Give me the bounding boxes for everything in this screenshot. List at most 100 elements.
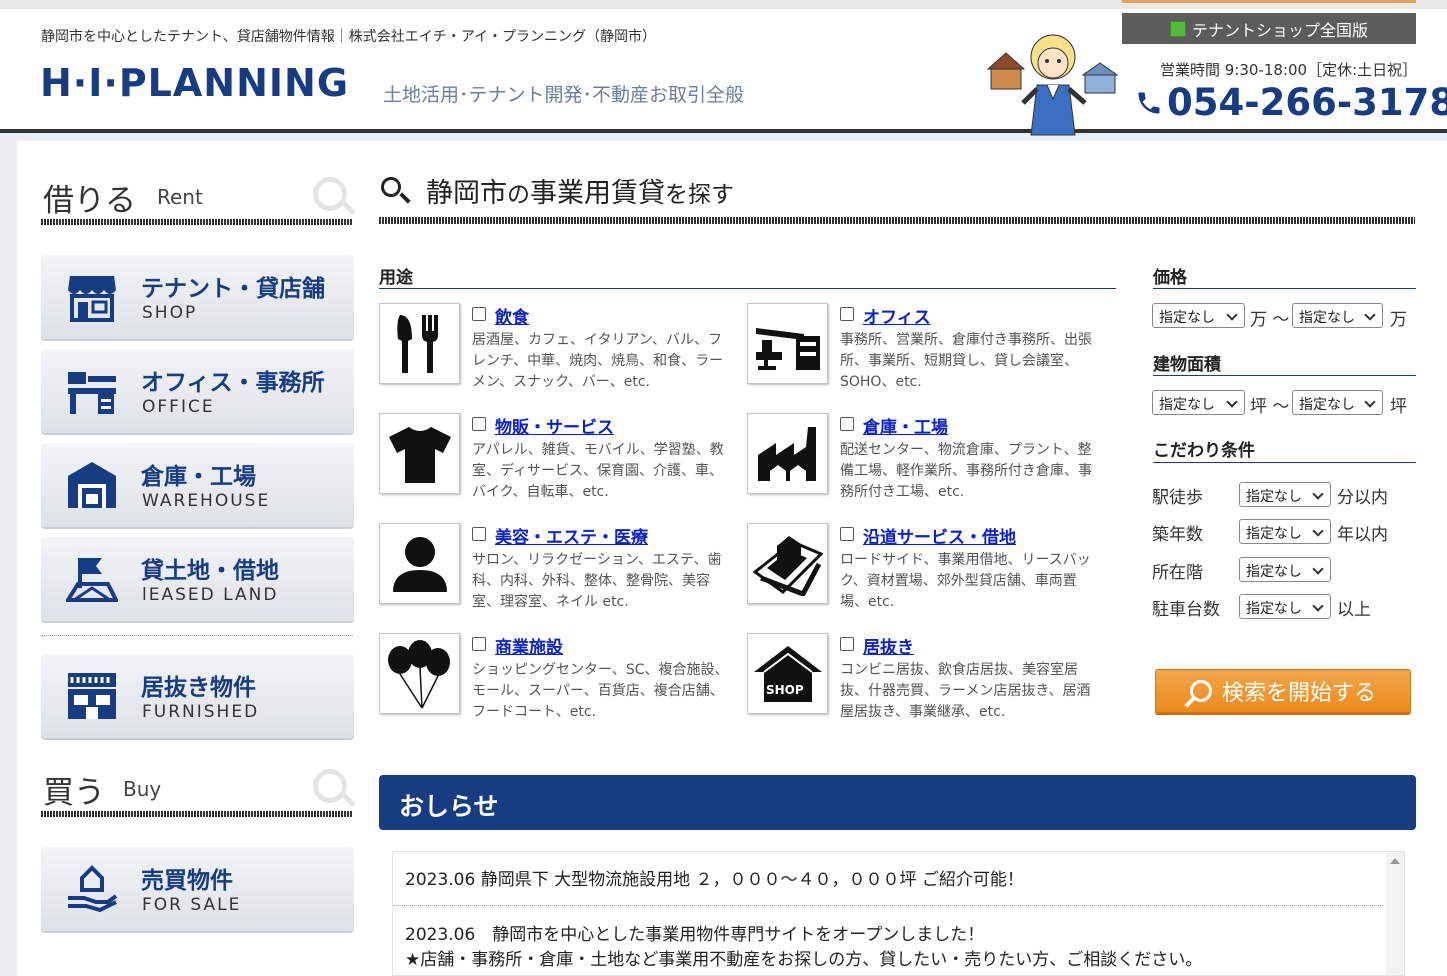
sidebar-item-office[interactable]: オフィス・事務所 OFFICE bbox=[41, 349, 354, 433]
site-logo[interactable]: H·I·PLANNING bbox=[40, 61, 349, 105]
category-link[interactable]: 美容・エステ・医療 bbox=[495, 523, 648, 548]
usage-rule bbox=[379, 288, 1116, 289]
tenant-shop-national-button[interactable]: テナントショップ全国版 bbox=[1122, 13, 1416, 44]
heading-rule bbox=[41, 219, 353, 225]
area-unit-range: 坪 〜 bbox=[1250, 397, 1290, 417]
price-label: 価格 bbox=[1153, 268, 1187, 288]
news-list: 2023.06 静岡県下 大型物流施設用地 ２，０００～４０，０００坪 ご紹介可… bbox=[392, 851, 1405, 976]
rent-heading: 借りる Rent bbox=[41, 175, 353, 225]
sidebar-item-subtitle: OFFICE bbox=[142, 397, 215, 417]
news-item: 2023.06 静岡市を中心とした事業用物件専門サイトをオープンしました！ bbox=[405, 925, 985, 945]
office-icon bbox=[68, 372, 116, 414]
sidebar-item-leased-land[interactable]: 貸土地・借地 lEASED LAND bbox=[41, 537, 354, 621]
fork-knife-icon bbox=[396, 314, 438, 373]
category-commercial-facility: 商業施設 ショッピングセンター、SC、複合施設、モール、スーパー、百貨店、複合店… bbox=[379, 633, 739, 728]
floor-select[interactable]: 指定なし bbox=[1239, 557, 1331, 582]
category-checkbox[interactable] bbox=[472, 307, 486, 321]
floor-label: 所在階 bbox=[1152, 563, 1203, 583]
news-item: ★店舗・事務所・倉庫・土地など事業用不動産をお探しの方、貸したい・売りたい方、ご… bbox=[405, 950, 1203, 970]
magnifier-icon bbox=[313, 769, 347, 803]
category-roadside-land: 沿道サービス・借地 ロードサイド、事業用借地、リースバック、資材置場、郊外型貸店… bbox=[747, 523, 1107, 618]
sidebar-item-for-sale[interactable]: 売買物件 FOR SALE bbox=[41, 847, 354, 931]
category-description: 居酒屋、カフェ、イタリアン、バル、フレンチ、中華、焼肉、焼鳥、和食、ラーメン、ス… bbox=[472, 332, 724, 390]
category-link[interactable]: 倉庫・工場 bbox=[863, 413, 948, 438]
top-strip bbox=[0, 0, 1447, 9]
category-food: 飲食 居酒屋、カフェ、イタリアン、バル、フレンチ、中華、焼肉、焼鳥、和食、ラーメ… bbox=[379, 303, 739, 398]
sidebar-item-title: オフィス・事務所 bbox=[141, 370, 325, 396]
category-checkbox[interactable] bbox=[840, 527, 854, 541]
category-link[interactable]: 商業施設 bbox=[495, 633, 563, 658]
news-scrollbar[interactable] bbox=[1386, 852, 1404, 975]
category-checkbox[interactable] bbox=[472, 417, 486, 431]
person-icon bbox=[392, 536, 447, 592]
parking-select[interactable]: 指定なし bbox=[1239, 594, 1331, 619]
svg-text:SHOP: SHOP bbox=[766, 683, 804, 697]
shop-house-icon: SHOP bbox=[753, 645, 822, 702]
area-unit: 坪 bbox=[1390, 397, 1407, 417]
category-checkbox[interactable] bbox=[472, 637, 486, 651]
sidebar-item-shop[interactable]: テナント・貸店舗 SHOP bbox=[41, 255, 354, 339]
phone-number[interactable]: 054-266-3178 bbox=[1135, 81, 1447, 124]
category-checkbox[interactable] bbox=[840, 307, 854, 321]
category-description: コンビニ居抜、飲食店居抜、美容室居抜、什器売買、ラーメン店居抜き、居酒屋居抜き、… bbox=[840, 662, 1091, 720]
warehouse-icon bbox=[68, 462, 116, 508]
cube-icon bbox=[1169, 20, 1186, 37]
category-checkbox[interactable] bbox=[840, 417, 854, 431]
category-description: ショッピングセンター、SC、複合施設、モール、スーパー、百貨店、複合店舗、フード… bbox=[472, 662, 729, 720]
price-min-select[interactable]: 指定なし bbox=[1152, 303, 1245, 328]
site-header: 静岡市を中心としたテナント、貸店舗物件情報｜株式会社エイチ・アイ・プランニング（… bbox=[0, 9, 1447, 136]
category-description: 事務所、営業所、倉庫付き事務所、出張所、事業所、短期貸し、貸し会議室、SOHO、… bbox=[840, 332, 1092, 390]
category-link[interactable]: オフィス bbox=[863, 303, 931, 328]
category-description: 配送センター、物流倉庫、プラント、整備工場、軽作業所、事務所付き倉庫、事務所付き… bbox=[840, 442, 1092, 500]
sidebar-item-subtitle: WAREHOUSE bbox=[142, 491, 271, 511]
category-office: オフィス 事務所、営業所、倉庫付き事務所、出張所、事業所、短期貸し、貸し会議室、… bbox=[747, 303, 1107, 398]
conditions-rule bbox=[1153, 462, 1416, 463]
main-content: 借りる Rent テナント・貸店舗 SHOP オフィス・事務所 OFFICE 倉… bbox=[17, 141, 1447, 976]
news-divider bbox=[393, 905, 1383, 906]
phone-number-text: 054-266-3178 bbox=[1167, 81, 1447, 124]
usage-label: 用途 bbox=[379, 268, 413, 288]
price-max-select[interactable]: 指定なし bbox=[1292, 303, 1383, 328]
area-rule bbox=[1153, 375, 1416, 376]
price-unit: 万 bbox=[1390, 310, 1407, 330]
sidebar-divider bbox=[41, 635, 353, 636]
search-icon bbox=[381, 177, 401, 197]
area-min-select[interactable]: 指定なし bbox=[1152, 390, 1245, 415]
category-checkbox[interactable] bbox=[472, 527, 486, 541]
heading-rule bbox=[41, 811, 353, 817]
area-max-select[interactable]: 指定なし bbox=[1292, 390, 1383, 415]
sidebar-item-title: 貸土地・借地 bbox=[141, 558, 279, 584]
category-link[interactable]: 沿道サービス・借地 bbox=[863, 523, 1016, 548]
sidebar-item-title: 売買物件 bbox=[141, 868, 233, 894]
category-image bbox=[379, 303, 460, 384]
sidebar-item-subtitle: SHOP bbox=[142, 303, 198, 323]
sidebar-item-warehouse[interactable]: 倉庫・工場 WAREHOUSE bbox=[41, 443, 354, 527]
category-checkbox[interactable] bbox=[840, 637, 854, 651]
tenant-shop-national-label: テナントショップ全国版 bbox=[1191, 20, 1368, 40]
search-submit-button[interactable]: 検索を開始する bbox=[1155, 669, 1411, 713]
category-beauty-medical: 美容・エステ・医療 サロン、リラクゼーション、エステ、歯科、内科、外科、整体、整… bbox=[379, 523, 739, 618]
sidebar-item-furnished[interactable]: 居抜き物件 FURNISHED bbox=[41, 654, 354, 738]
category-link[interactable]: 飲食 bbox=[495, 303, 529, 328]
area-label: 建物面積 bbox=[1153, 355, 1221, 375]
building-age-select[interactable]: 指定なし bbox=[1239, 519, 1331, 544]
search-title-end: を探す bbox=[665, 182, 734, 208]
search-heading: 静岡市の事業用賃貸を探す bbox=[379, 169, 1415, 227]
rent-heading-ja: 借りる bbox=[43, 183, 136, 219]
search-title-city: 静岡市 bbox=[426, 178, 507, 209]
scroll-up-icon[interactable] bbox=[1390, 858, 1400, 864]
building-age-suffix: 年以内 bbox=[1337, 525, 1388, 545]
category-image bbox=[379, 413, 460, 494]
category-image: SHOP bbox=[747, 633, 828, 714]
parking-suffix: 以上 bbox=[1337, 600, 1371, 620]
category-image bbox=[747, 523, 828, 604]
category-link[interactable]: 物販・サービス bbox=[495, 413, 614, 438]
category-link[interactable]: 居抜き bbox=[863, 633, 914, 658]
site-tagline: 静岡市を中心としたテナント、貸店舗物件情報｜株式会社エイチ・アイ・プランニング（… bbox=[41, 29, 657, 45]
category-image bbox=[747, 413, 828, 494]
parking-label: 駐車台数 bbox=[1152, 600, 1220, 620]
buy-heading: 買う Buy bbox=[41, 767, 353, 817]
walk-minutes-select[interactable]: 指定なし bbox=[1239, 482, 1331, 507]
rent-heading-en: Rent bbox=[157, 185, 203, 209]
balloons-icon bbox=[387, 639, 450, 708]
